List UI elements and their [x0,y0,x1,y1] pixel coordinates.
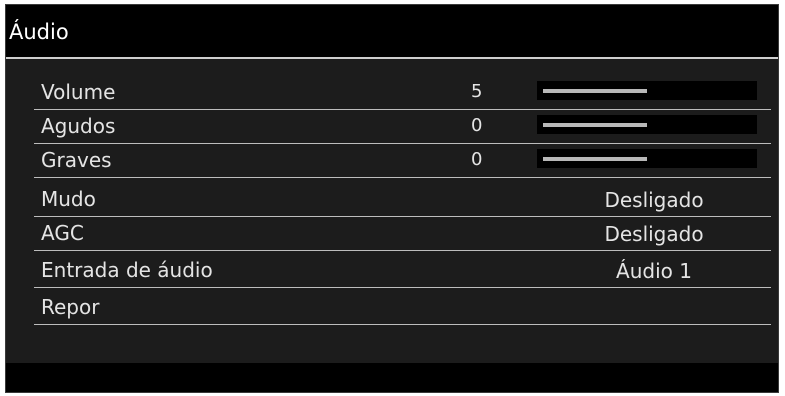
audio-input-label: Entrada de áudio [41,258,213,282]
volume-slider-fill [543,89,647,93]
title-bar: Áudio [6,5,778,57]
mute-label: Mudo [41,187,96,211]
bass-slider[interactable] [537,149,757,168]
treble-slider-fill [543,123,647,127]
menu-item-bass[interactable]: Graves 0 [34,144,771,178]
treble-label: Agudos [41,114,116,138]
bottom-bar [6,363,778,392]
reset-label: Repor [41,295,100,319]
agc-label: AGC [41,221,84,245]
menu-item-volume[interactable]: Volume 5 [34,76,771,110]
bass-value: 0 [471,149,483,170]
treble-slider[interactable] [537,115,757,134]
bass-label: Graves [41,148,112,172]
volume-slider[interactable] [537,81,757,100]
audio-menu-panel: Áudio Volume 5 Agudos 0 Graves 0 Mudo De… [5,4,779,393]
treble-value: 0 [471,115,483,136]
volume-value: 5 [471,81,483,102]
menu-item-mute[interactable]: Mudo Desligado [34,183,771,217]
menu-item-reset[interactable]: Repor [34,291,771,325]
agc-value: Desligado [604,222,704,246]
menu-item-audio-input[interactable]: Entrada de áudio Áudio 1 [34,254,771,288]
volume-label: Volume [41,80,116,104]
menu-item-treble[interactable]: Agudos 0 [34,110,771,144]
mute-value: Desligado [604,188,704,212]
divider [6,57,778,59]
menu-item-agc[interactable]: AGC Desligado [34,217,771,251]
audio-input-value: Áudio 1 [616,259,692,283]
bass-slider-fill [543,157,647,161]
page-title: Áudio [9,20,69,44]
